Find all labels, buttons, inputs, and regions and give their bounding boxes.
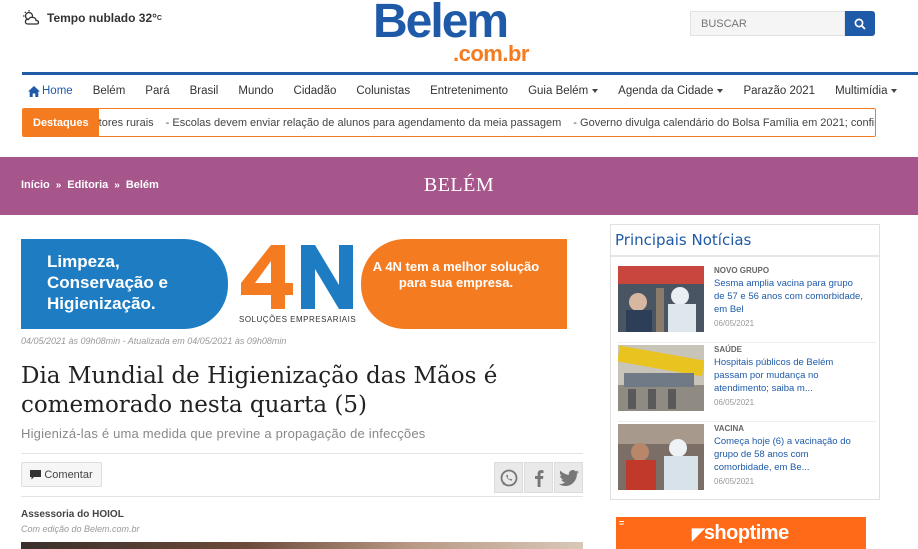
nav-item-parazao[interactable]: Parazão 2021 [733,85,825,97]
nav-item-colunistas[interactable]: Colunistas [346,85,420,97]
whatsapp-share-button[interactable] [494,462,523,493]
weather-widget: Tempo nublado 32° C [22,10,162,26]
news-headline[interactable]: Sesma amplia vacina para grupo de 57 e 5… [714,277,864,316]
nav-item-brasil[interactable]: Brasil [180,85,229,97]
caret-down-icon [891,89,898,93]
facebook-icon [534,469,543,487]
news-date: 06/05/2021 [714,319,755,328]
divider [618,421,876,422]
ad-left-text: Limpeza, Conservação e Higienização. [47,252,168,313]
nav-item-cidadao[interactable]: Cidadão [284,85,347,97]
ticker-item[interactable]: - Escolas devem enviar relação de alunos… [166,117,562,129]
nav-item-entretenimento[interactable]: Entretenimento [420,85,518,97]
section-title: BELÉM [423,174,495,196]
news-headline[interactable]: Começa hoje (6) a vacinação do grupo de … [714,435,864,474]
site-header: Tempo nublado 32° C Belem .com.br [0,0,918,72]
home-icon [28,85,40,97]
section-band: Início » Editoria » Belém BELÉM [0,157,918,215]
news-category: SAÚDE [714,345,743,354]
news-thumbnail [618,424,704,490]
shoptime-ad[interactable]: = ◤shoptime [616,517,866,549]
divider [21,496,583,497]
ad-left-panel: Limpeza, Conservação e Higienização. [21,239,228,329]
search-bar [690,11,875,36]
nav-item-multimidia[interactable]: Multimídia [825,85,907,97]
news-category: NOVO GRUPO [714,266,770,275]
shoptime-logo: ◤shoptime [692,522,789,544]
news-thumbnail [618,345,704,411]
nav-agenda-label: Agenda da Cidade [618,85,714,97]
comment-button[interactable]: Comentar [21,462,102,487]
facebook-share-button[interactable] [524,462,553,493]
twitter-icon [558,469,579,486]
4n-logo-icon [241,245,353,309]
ad-brand: SOLUÇÕES EMPRESARIAIS [237,239,367,329]
comment-label: Comentar [44,468,93,481]
article-image [21,542,583,549]
weather-unit: C [156,14,162,22]
news-headline[interactable]: Hospitais públicos de Belém passam por m… [714,356,864,395]
news-ticker: Destaques tores rurais - Escolas devem e… [22,108,876,137]
twitter-share-button[interactable] [554,462,583,493]
caret-down-icon [717,89,724,93]
ticker-label: Destaques [23,109,99,136]
news-item[interactable]: VACINA Começa hoje (6) a vacinação do gr… [618,424,876,496]
divider [611,255,879,257]
article-subtitle: Higienizá-las é uma medida que previne a… [21,426,426,441]
nav-item-mundo[interactable]: Mundo [228,85,283,97]
nav-item-guia-belem[interactable]: Guia Belém [518,85,608,97]
ad-tag: = [619,518,625,528]
nav-multimidia-label: Multimídia [835,85,888,97]
nav-item-agenda[interactable]: Agenda da Cidade [608,85,733,97]
divider [618,342,876,343]
nav-item-para[interactable]: Pará [135,85,179,97]
whatsapp-icon [500,469,517,486]
shoptime-mark-icon: ◤ [692,526,704,543]
search-icon [854,18,866,30]
search-input[interactable] [690,11,845,36]
news-date: 06/05/2021 [714,398,755,407]
ad-banner-4n[interactable]: Limpeza, Conservação e Higienização. SOL… [21,239,567,329]
ticker-track: tores rurais - Escolas devem enviar rela… [99,117,875,129]
news-thumbnail [618,266,704,332]
divider [21,453,583,454]
ad-right-panel: A 4N tem a melhor solução para sua empre… [361,239,567,329]
site-logo[interactable]: Belem .com.br [373,0,533,70]
nav-item-home[interactable]: Home [22,85,83,97]
article-edit-note: Com edição do Belem.com.br [21,524,140,534]
search-button[interactable] [845,11,875,36]
ad-right-text: A 4N tem a melhor solução para sua empre… [372,259,540,290]
logo-suffix: .com.br [453,41,529,66]
article-title: Dia Mundial de Higienização das Mãos é c… [21,363,498,418]
news-item[interactable]: NOVO GRUPO Sesma amplia vacina para grup… [618,266,876,343]
news-date: 06/05/2021 [714,477,755,486]
comment-icon [30,469,42,479]
top-news-widget: Principais Notícias NOVO GRUPO Sesma amp… [610,224,880,500]
article-author: Assessoria do HOIOL [21,509,124,520]
ad-brand-sub: SOLUÇÕES EMPRESARIAIS [239,315,357,324]
caret-down-icon [592,89,599,93]
nav-item-belem[interactable]: Belém [83,85,136,97]
widget-title: Principais Notícias [615,231,752,249]
news-item[interactable]: SAÚDE Hospitais públicos de Belém passam… [618,345,876,422]
article-date: 04/05/2021 às 09h08min - Atualizada em 0… [21,336,287,346]
ticker-item[interactable]: tores rurais [99,117,154,129]
share-buttons [493,462,583,493]
nav-home-label: Home [42,85,73,97]
nav-guia-label: Guia Belém [528,85,589,97]
main-nav: Home Belém Pará Brasil Mundo Cidadão Col… [22,72,918,107]
cloud-sun-icon [23,10,40,25]
news-category: VACINA [714,424,745,433]
weather-label: Tempo nublado 32° [47,11,157,25]
ticker-item[interactable]: - Governo divulga calendário do Bolsa Fa… [573,117,875,129]
